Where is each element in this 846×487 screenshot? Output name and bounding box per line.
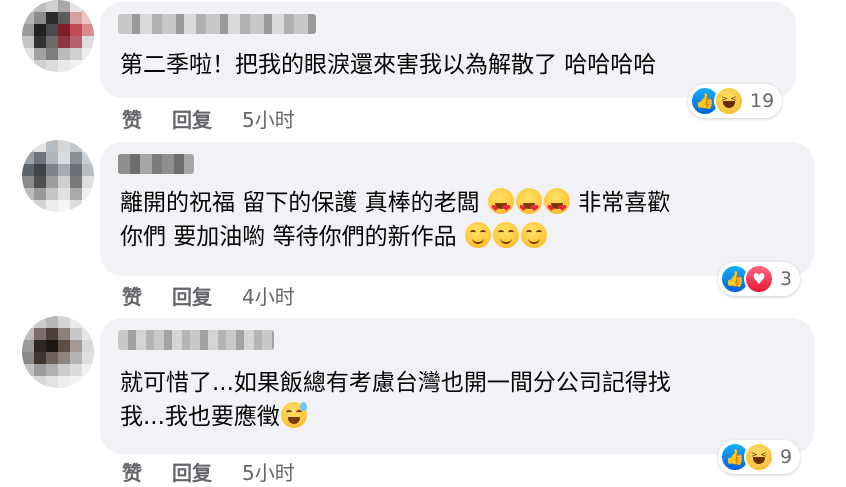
heart-eyes-emoji — [543, 188, 570, 226]
reply-button[interactable]: 回复 — [172, 457, 212, 486]
haha-icon: > < — [744, 442, 774, 472]
author-name-blurred[interactable] — [118, 14, 316, 34]
reaction-summary[interactable]: 👍 > < 19 — [688, 84, 783, 118]
comment-text: 離開的祝福 留下的保護 真棒的老闆 非常喜歡你們 要加油喲 等待你們的新作品 — [120, 186, 670, 254]
haha-icon: > < — [714, 86, 744, 116]
reaction-count: 3 — [780, 268, 793, 290]
reaction-count: 9 — [780, 446, 793, 468]
smiling-emoji — [464, 222, 491, 248]
reaction-count: 19 — [750, 90, 775, 112]
comment-bubble: 第二季啦！把我的眼淚還來害我以為解散了 哈哈哈哈 — [100, 2, 796, 98]
timestamp[interactable]: 5小时 — [242, 104, 295, 133]
avatar[interactable] — [22, 316, 94, 388]
timestamp[interactable]: 4小时 — [242, 281, 295, 310]
reaction-summary[interactable]: 👍 > < 9 — [718, 440, 801, 474]
smiling-emoji — [492, 222, 519, 248]
comment-bubble: 離開的祝福 留下的保護 真棒的老闆 非常喜歡你們 要加油喲 等待你們的新作品 — [100, 142, 814, 276]
author-name-blurred[interactable] — [118, 330, 274, 350]
comment-text-line2: 我...我也要應徵 — [120, 404, 280, 430]
comment-actions: 赞 回复 5小时 — [122, 456, 295, 486]
comment-text-line1: 就可惜了...如果飯總有考慮台灣也開一間分公司記得找 — [120, 370, 671, 396]
comment-text: 就可惜了...如果飯總有考慮台灣也開一間分公司記得找 我...我也要應徵 — [120, 366, 671, 434]
comment-text-line1-tail: 非常喜歡 — [570, 190, 671, 216]
reaction-summary[interactable]: 👍 ♥ 3 — [718, 262, 801, 296]
love-icon: ♥ — [744, 264, 774, 294]
comment-text-line2: 你們 要加油喲 等待你們的新作品 — [120, 224, 464, 250]
comment-actions: 赞 回复 5小时 — [122, 103, 295, 133]
like-button[interactable]: 赞 — [122, 281, 142, 310]
comment-actions: 赞 回复 4小时 — [122, 280, 295, 310]
avatar[interactable] — [22, 0, 94, 72]
comment-text: 第二季啦！把我的眼淚還來害我以為解散了 哈哈哈哈 — [120, 52, 657, 78]
timestamp[interactable]: 5小时 — [242, 457, 295, 486]
grinning-sweat-emoji — [280, 402, 307, 428]
avatar[interactable] — [22, 140, 94, 212]
like-button[interactable]: 赞 — [122, 104, 142, 133]
reply-button[interactable]: 回复 — [172, 281, 212, 310]
like-button[interactable]: 赞 — [122, 457, 142, 486]
heart-eyes-emoji — [515, 188, 542, 226]
comment-text-line1: 離開的祝福 留下的保護 真棒的老闆 — [120, 190, 487, 216]
author-name-blurred[interactable] — [118, 154, 194, 174]
heart-eyes-emoji — [487, 188, 514, 226]
reply-button[interactable]: 回复 — [172, 104, 212, 133]
smiling-emoji — [520, 222, 547, 248]
comment-bubble: 就可惜了...如果飯總有考慮台灣也開一間分公司記得找 我...我也要應徵 — [100, 318, 814, 454]
